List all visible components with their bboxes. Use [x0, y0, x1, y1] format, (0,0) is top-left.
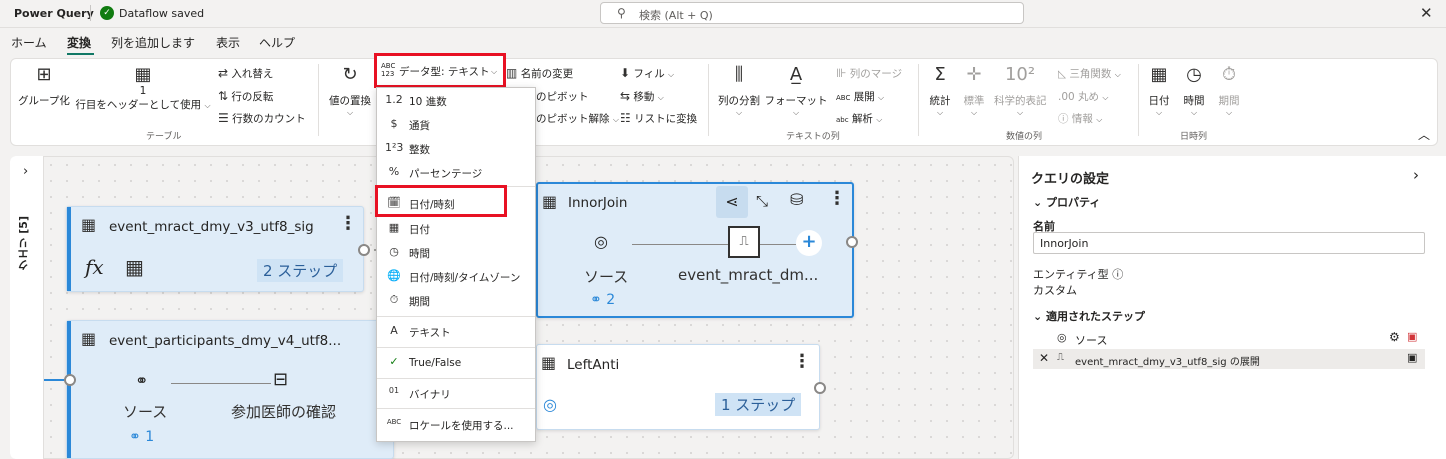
card-title: LeftAnti: [567, 357, 620, 373]
duration-icon: ⏱: [389, 293, 399, 306]
highlight-datetime-box: [375, 185, 507, 217]
decimal-icon: 1.2: [385, 93, 403, 106]
menu-separator: [377, 408, 535, 409]
card-title: event_mract_dmy_v3_utf8_sig: [109, 219, 314, 235]
menu-item-decimal[interactable]: 10 進数: [409, 94, 447, 109]
menu-item-integer[interactable]: 整数: [409, 142, 430, 157]
step-row-selected[interactable]: ✕ ⎍ event_mract_dmy_v3_utf8_sig の展開 ▣: [1033, 349, 1425, 369]
menu-item-percentage[interactable]: パーセンテージ: [409, 166, 482, 181]
menu-separator: [377, 316, 535, 317]
binary-icon: 01: [388, 386, 400, 395]
source-label: ソース: [123, 403, 168, 421]
percent-icon: %: [388, 165, 400, 178]
source-link-icon: ⚭: [135, 371, 149, 390]
timezone-icon: 🌐: [387, 269, 401, 282]
step-label: 参加医師の確認: [231, 403, 337, 421]
applied-steps-header[interactable]: ⌄ 適用されたステップ: [1033, 308, 1145, 324]
currency-icon: $: [390, 117, 398, 130]
card-title: InnorJoin: [568, 195, 628, 211]
step-connector: [171, 383, 271, 384]
menu-separator: [377, 378, 535, 379]
menu-item-true-false[interactable]: True/False: [409, 357, 461, 369]
input-port[interactable]: [64, 374, 76, 386]
menu-item-date[interactable]: 日付: [409, 222, 430, 237]
more-options-icon[interactable]: ⋮: [828, 188, 846, 209]
expand-step-icon[interactable]: ⎍: [728, 226, 760, 258]
database-refresh-icon[interactable]: ⛁: [790, 190, 803, 209]
link-count[interactable]: ⚭ 1: [129, 429, 154, 445]
info-icon: ⓘ: [1112, 268, 1124, 281]
table-lightning-icon: ▦: [541, 353, 557, 372]
menu-separator: [377, 347, 535, 348]
table-lightning-icon: ▦: [542, 192, 558, 211]
data-type-menu: 1.2 10 進数 $ 通貨 1²3 整数 % パーセンテージ 🗓 日付/時刻 …: [376, 87, 536, 442]
card-accent-bar: [67, 321, 71, 458]
link-count[interactable]: ⚭ 2: [590, 292, 615, 308]
add-step-icon[interactable]: +: [796, 230, 822, 256]
join-icon: ◎: [543, 395, 557, 414]
date-icon: ▦: [388, 221, 400, 234]
table-icon: ▦: [81, 215, 97, 234]
locale-icon: ABC: [386, 418, 402, 426]
output-port[interactable]: [814, 382, 826, 394]
join-icon: ◎: [1057, 331, 1067, 344]
text-icon: A: [390, 324, 398, 337]
link-icon: ⚭: [590, 292, 602, 308]
query-settings-panel: クエリの設定 › ⌄ プロパティ 名前 InnorJoin エンティティ型 ⓘ …: [1018, 156, 1446, 459]
table-icon: ▦: [125, 255, 144, 279]
step-row[interactable]: ◎ ソース ⚙ ▣: [1033, 330, 1425, 348]
panel-title: クエリの設定: [1031, 172, 1110, 187]
menu-item-duration[interactable]: 期間: [409, 294, 430, 309]
time-icon: ◷: [389, 245, 399, 258]
step-label: event_mract_dmy_v3_utf8_sig の展開: [1075, 357, 1260, 368]
menu-item-text[interactable]: テキスト: [409, 325, 451, 340]
link-icon: ⚭: [129, 429, 141, 445]
true-false-icon: ✓: [389, 355, 399, 368]
card-accent-bar: [67, 207, 71, 291]
step-count-badge[interactable]: 1 ステップ: [715, 393, 802, 416]
output-port[interactable]: [358, 244, 370, 256]
join-icon: ◎: [594, 232, 608, 251]
fx-icon: fx: [85, 255, 104, 279]
more-options-icon[interactable]: ⋮: [793, 351, 811, 372]
expand-step-icon: ⎍: [1057, 352, 1064, 363]
source-label: ソース: [584, 268, 629, 286]
name-input[interactable]: InnorJoin: [1033, 232, 1425, 254]
entity-type-label: エンティティ型 ⓘ: [1033, 268, 1124, 281]
ref-label: event_mract_dm...: [678, 266, 819, 284]
step-info-icon: ▣: [1407, 351, 1418, 364]
properties-header[interactable]: ⌄ プロパティ: [1033, 194, 1100, 210]
menu-item-datetimezone[interactable]: 日付/時刻/タイムゾーン: [409, 270, 520, 285]
collapse-arrows-icon[interactable]: ⤡: [756, 192, 768, 210]
entity-type-value: カスタム: [1033, 284, 1077, 297]
menu-item-binary[interactable]: バイナリ: [409, 387, 451, 402]
gear-icon[interactable]: ⚙: [1389, 330, 1400, 344]
query-card-participants[interactable]: ▦ event_participants_dmy_v4_utf8... ⚭ ⊟ …: [66, 320, 394, 459]
step-connector: [760, 244, 796, 245]
card-title: event_participants_dmy_v4_utf8...: [109, 333, 342, 349]
step-label: ソース: [1075, 334, 1108, 347]
query-card-leftanti[interactable]: ▦ LeftAnti ⋮ ◎ 1 ステップ: [536, 344, 820, 430]
menu-item-currency[interactable]: 通貨: [409, 118, 430, 133]
chevron-right-icon[interactable]: ›: [1413, 166, 1419, 184]
share-icon[interactable]: ⋖: [716, 186, 748, 218]
integer-icon: 1²3: [385, 141, 404, 154]
output-port[interactable]: [846, 236, 858, 248]
delete-step-icon[interactable]: ✕: [1039, 351, 1049, 365]
menu-item-time[interactable]: 時間: [409, 246, 430, 261]
menu-item-locale[interactable]: ロケールを使用する...: [409, 418, 514, 433]
step-connector: [632, 244, 728, 245]
step-icon: ⊟: [273, 369, 289, 390]
query-card-innorjoin[interactable]: ▦ InnorJoin ⋖ ⤡ ⛁ ⋮ ◎ ⎍ + ソース event_mrac…: [536, 182, 854, 318]
query-card-mract[interactable]: ▦ event_mract_dmy_v3_utf8_sig ⋮ fx ▦ 2 ス…: [66, 206, 364, 292]
more-options-icon[interactable]: ⋮: [339, 213, 357, 234]
table-lightning-icon: ▦: [81, 329, 97, 348]
step-warning-icon: ▣: [1407, 330, 1418, 343]
step-count-badge[interactable]: 2 ステップ: [257, 259, 344, 282]
